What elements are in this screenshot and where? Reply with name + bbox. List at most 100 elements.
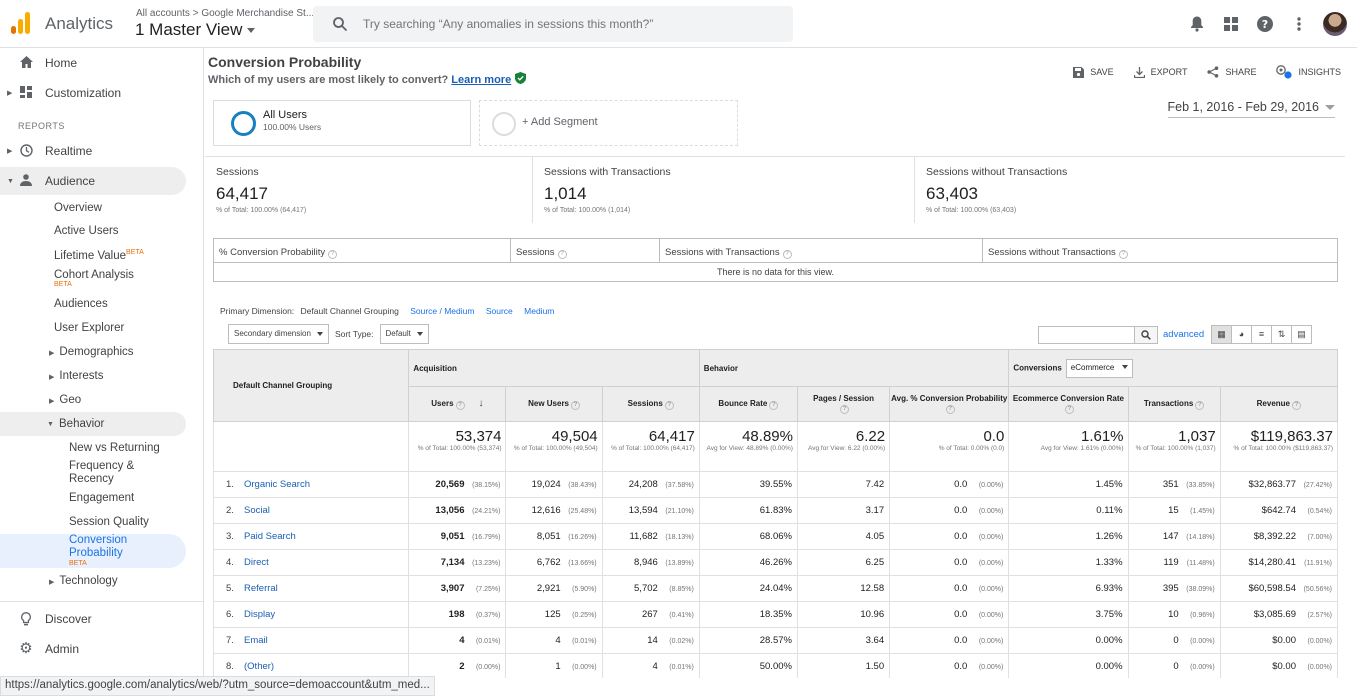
secondary-dimension-dropdown[interactable]: Secondary dimension xyxy=(228,324,329,344)
channel-link[interactable]: Social xyxy=(244,505,270,516)
help-icon[interactable]: ? xyxy=(1118,250,1128,259)
metric-value: 198 xyxy=(448,609,465,620)
analytics-logo-icon[interactable] xyxy=(11,12,33,34)
channel-link[interactable]: Direct xyxy=(244,557,269,568)
channel-link[interactable]: (Other) xyxy=(244,661,274,672)
metric-value: 4 xyxy=(652,661,658,672)
sidebar-item-new-vs-returning[interactable]: New vs Returning xyxy=(69,442,160,454)
column-header-ecommerce-conversion-rate[interactable]: Ecommerce Conversion Rate? xyxy=(1008,386,1129,422)
help-icon[interactable]: ? xyxy=(1195,400,1205,410)
pie-view-icon[interactable]: ◕ xyxy=(1231,325,1252,344)
sidebar-item-admin[interactable]: ⚙ Admin xyxy=(0,635,186,663)
date-range-picker[interactable]: Feb 1, 2016 - Feb 29, 2016 xyxy=(1167,100,1335,118)
search-bar[interactable] xyxy=(313,6,793,42)
help-icon[interactable]: ? xyxy=(945,405,955,414)
conversions-dropdown[interactable]: eCommerce xyxy=(1065,358,1134,378)
sidebar-item-label: Audience xyxy=(45,174,96,188)
column-header-sessions[interactable]: Sessions? xyxy=(601,386,700,422)
channel-link[interactable]: Email xyxy=(244,635,268,646)
channel-link[interactable]: Organic Search xyxy=(244,479,310,490)
export-button[interactable]: EXPORT xyxy=(1133,66,1187,78)
sidebar-item-geo[interactable]: ▶ Geo xyxy=(49,394,81,406)
metric-value: 6.93% xyxy=(1095,583,1123,594)
sidebar-item-active-users[interactable]: Active Users xyxy=(54,225,119,237)
column-header-transactions[interactable]: Transactions? xyxy=(1127,386,1221,422)
help-icon[interactable]: ? xyxy=(1064,405,1074,414)
sidebar-item-demographics[interactable]: ▶ Demographics xyxy=(49,346,134,358)
column-header[interactable]: Sessions? xyxy=(511,239,660,262)
view-selector[interactable]: 1 Master View xyxy=(135,20,256,40)
column-header-bounce-rate[interactable]: Bounce Rate? xyxy=(698,386,798,422)
dimension-source-medium[interactable]: Source / Medium xyxy=(410,306,474,316)
sidebar-item-frequency-recency[interactable]: Frequency & Recency xyxy=(69,460,159,486)
share-button[interactable]: SHARE xyxy=(1207,66,1256,78)
account-breadcrumb[interactable]: All accounts > Google Merchandise St... xyxy=(136,8,314,19)
metric-cell: 68.06% xyxy=(698,523,798,550)
column-header[interactable]: Sessions without Transactions? xyxy=(983,239,1337,262)
sidebar-item-lifetime-value[interactable]: Lifetime ValueBETA xyxy=(54,249,144,262)
table-row: 3. Paid Search 9,051 (16.79%) 8,051 (16.26%) 1… xyxy=(212,523,1339,550)
metric-value: 351 xyxy=(1162,479,1179,490)
avatar[interactable] xyxy=(1323,12,1347,36)
sort-type-dropdown[interactable]: Default xyxy=(379,324,429,344)
apps-grid-icon[interactable] xyxy=(1221,14,1241,34)
channel-link[interactable]: Referral xyxy=(244,583,278,594)
dimension-source[interactable]: Source xyxy=(486,306,513,316)
help-icon[interactable]: ? xyxy=(1292,400,1302,410)
learn-more-link[interactable]: Learn more xyxy=(451,74,511,86)
sidebar-item-interests[interactable]: ▶ Interests xyxy=(49,370,104,382)
help-icon[interactable]: ? xyxy=(782,250,792,259)
table-search-button[interactable] xyxy=(1134,326,1158,344)
table-filter-input[interactable] xyxy=(1038,326,1135,344)
help-icon[interactable]: ? xyxy=(769,400,779,410)
column-header[interactable]: % Conversion Probability? xyxy=(214,239,511,262)
advanced-filter-link[interactable]: advanced xyxy=(1163,329,1204,340)
segment-color-icon xyxy=(231,111,256,136)
column-header-revenue[interactable]: Revenue? xyxy=(1219,386,1339,422)
help-icon[interactable]: ? xyxy=(328,250,338,259)
channel-link[interactable]: Paid Search xyxy=(244,531,296,542)
sidebar-item-cohort-analysis[interactable]: Cohort Analysis BETA xyxy=(54,269,134,288)
sidebar-item-user-explorer[interactable]: User Explorer xyxy=(54,322,124,334)
sidebar-item-behavior[interactable]: ▼ Behavior xyxy=(0,412,186,436)
insights-button[interactable]: INSIGHTS xyxy=(1276,65,1341,79)
column-header[interactable]: Sessions with Transactions? xyxy=(660,239,983,262)
dimension-column-header[interactable]: Default Channel Grouping xyxy=(212,349,410,422)
segment-all-users[interactable]: All Users 100.00% Users xyxy=(213,100,471,146)
dimension-medium[interactable]: Medium xyxy=(524,306,554,316)
page-subtitle: Which of my users are most likely to con… xyxy=(208,72,527,86)
table-row: 6. Display 198 (0.37%) 125 (0.25%) 267 (0.41%) 1… xyxy=(212,601,1339,628)
help-icon[interactable]: ? xyxy=(664,400,674,410)
add-segment-button[interactable]: + Add Segment xyxy=(479,100,738,146)
sidebar-item-session-quality[interactable]: Session Quality xyxy=(69,516,149,528)
bell-icon[interactable] xyxy=(1187,14,1207,34)
column-header-avg-conversion-probability[interactable]: Avg. % Conversion Probability? xyxy=(889,386,1010,422)
sidebar-item-engagement[interactable]: Engagement xyxy=(69,492,134,504)
help-icon[interactable]: ? xyxy=(455,401,465,410)
help-icon[interactable]: ? xyxy=(557,250,567,259)
performance-view-icon[interactable]: ≡ xyxy=(1251,325,1272,344)
sidebar-item-technology[interactable]: ▶ Technology xyxy=(49,575,118,587)
sidebar-item-customization[interactable]: ▶ Customization xyxy=(0,79,186,107)
table-view-icon[interactable]: ▦ xyxy=(1211,325,1232,344)
pivot-view-icon[interactable]: ▤ xyxy=(1291,325,1312,344)
column-header-pages-session[interactable]: Pages / Session? xyxy=(796,386,891,422)
sidebar-item-conversion-probability[interactable]: Conversion Probability BETA xyxy=(69,534,149,568)
comparison-view-icon[interactable]: ⇅ xyxy=(1271,325,1292,344)
search-input[interactable] xyxy=(363,6,783,42)
sidebar-item-realtime[interactable]: ▶ Realtime xyxy=(0,137,186,165)
sort-desc-icon[interactable]: ↓ xyxy=(479,398,484,409)
sidebar-item-discover[interactable]: Discover xyxy=(0,605,186,633)
help-icon[interactable]: ? xyxy=(840,405,850,414)
more-vert-icon[interactable] xyxy=(1289,14,1309,34)
help-icon[interactable]: ? xyxy=(571,400,581,410)
sidebar-item-audience[interactable]: ▼ Audience xyxy=(0,167,186,195)
channel-link[interactable]: Display xyxy=(244,609,275,620)
help-icon[interactable]: ? xyxy=(1255,14,1275,34)
save-button[interactable]: SAVE xyxy=(1073,66,1114,78)
sidebar-item-audiences[interactable]: Audiences xyxy=(54,298,108,310)
sidebar-item-home[interactable]: Home xyxy=(0,49,186,77)
sidebar-item-overview[interactable]: Overview xyxy=(54,202,102,214)
column-header-users[interactable]: Users? ↓ xyxy=(408,386,507,422)
column-header-new-users[interactable]: New Users? xyxy=(505,386,603,422)
